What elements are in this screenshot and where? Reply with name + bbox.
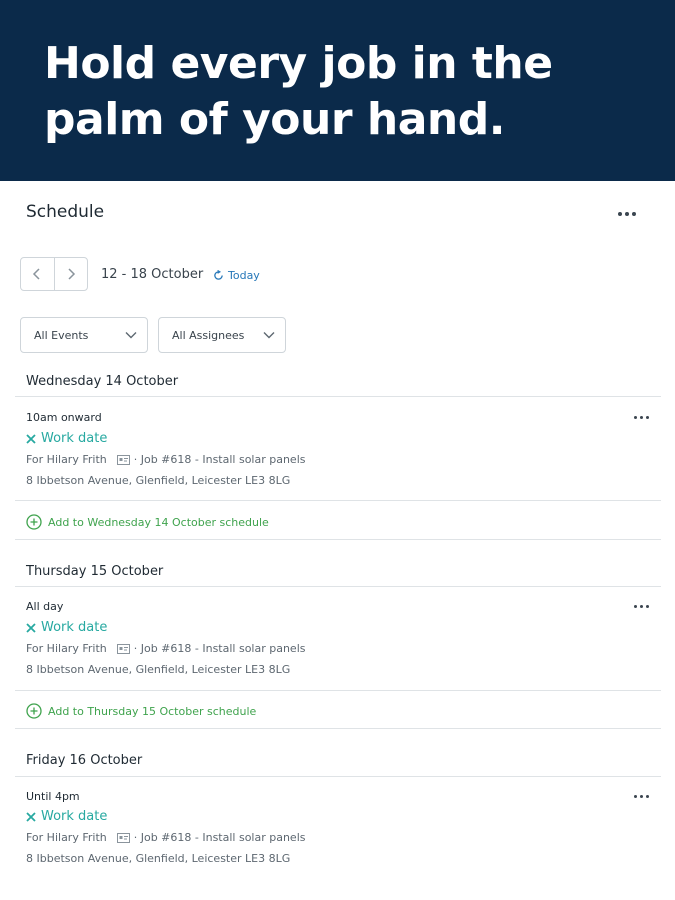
event-details: For Hilary Frith · Job #618 - Install so…	[26, 642, 306, 655]
event-type-link[interactable]: Work date	[26, 620, 107, 635]
event-job: · Job #618 - Install solar panels	[133, 642, 306, 655]
tools-icon	[26, 433, 36, 444]
today-button[interactable]: Today	[213, 269, 260, 282]
day-heading: Friday 16 October	[26, 753, 143, 768]
event-time: All day	[26, 600, 64, 613]
chevron-down-icon	[125, 332, 137, 339]
event-type-label: Work date	[41, 809, 108, 824]
event-client: For Hilary Frith	[26, 453, 107, 466]
events-filter-value: All Events	[34, 328, 89, 342]
plus-circle-icon	[26, 514, 42, 530]
day-heading: Thursday 15 October	[26, 564, 164, 579]
more-options-icon	[633, 415, 649, 419]
event-job: · Job #618 - Install solar panels	[133, 831, 306, 844]
day-heading: Wednesday 14 October	[26, 374, 179, 389]
client-card-icon	[116, 832, 130, 843]
divider	[15, 539, 661, 540]
tools-icon	[26, 622, 36, 633]
more-options-button[interactable]	[612, 205, 642, 223]
event-address[interactable]: 8 Ibbetson Avenue, Glenfield, Leicester …	[26, 663, 290, 676]
event-details: For Hilary Frith · Job #618 - Install so…	[26, 831, 306, 844]
event-type-link[interactable]: Work date	[26, 809, 107, 824]
divider	[15, 396, 661, 397]
event-more-button[interactable]	[628, 409, 654, 425]
event-type-label: Work date	[41, 620, 108, 635]
event-type-link[interactable]: Work date	[26, 431, 107, 446]
event-more-button[interactable]	[628, 598, 654, 614]
event-client: For Hilary Frith	[26, 831, 107, 844]
assignees-filter-select[interactable]: All Assignees	[158, 317, 286, 353]
today-label: Today	[228, 269, 260, 282]
more-options-icon	[618, 212, 636, 216]
event-address[interactable]: 8 Ibbetson Avenue, Glenfield, Leicester …	[26, 852, 290, 865]
event-type-label: Work date	[41, 431, 108, 446]
event-time: 10am onward	[26, 411, 102, 424]
schedule-screen: Schedule 12 - 18 October Today All Event…	[0, 181, 675, 900]
more-options-icon	[633, 604, 649, 608]
refresh-icon	[214, 270, 223, 280]
events-filter-select[interactable]: All Events	[20, 317, 148, 353]
client-card-icon	[116, 454, 130, 465]
divider	[15, 586, 661, 587]
divider	[15, 728, 661, 729]
hero-title: Hold every job in the palm of your hand.	[44, 38, 553, 145]
divider	[15, 776, 661, 777]
add-to-schedule-button[interactable]: Add to Wednesday 14 October schedule	[26, 514, 269, 530]
assignees-filter-value: All Assignees	[172, 328, 245, 342]
event-details: For Hilary Frith · Job #618 - Install so…	[26, 453, 306, 466]
hero-banner: Hold every job in the palm of your hand.	[0, 0, 675, 181]
event-time: Until 4pm	[26, 790, 80, 803]
week-navigation	[20, 257, 88, 291]
divider	[15, 500, 661, 501]
divider	[15, 690, 661, 691]
event-client: For Hilary Frith	[26, 642, 107, 655]
date-range: 12 - 18 October	[101, 267, 204, 282]
tools-icon	[26, 811, 36, 822]
event-address[interactable]: 8 Ibbetson Avenue, Glenfield, Leicester …	[26, 474, 290, 487]
previous-week-button[interactable]	[21, 258, 54, 290]
next-week-button[interactable]	[53, 258, 88, 290]
add-to-schedule-label: Add to Thursday 15 October schedule	[48, 704, 257, 718]
chevron-right-icon	[68, 268, 75, 280]
client-card-icon	[116, 643, 130, 654]
chevron-down-icon	[263, 332, 275, 339]
more-options-icon	[633, 794, 649, 798]
chevron-left-icon	[33, 268, 40, 280]
add-to-schedule-label: Add to Wednesday 14 October schedule	[48, 515, 269, 529]
event-more-button[interactable]	[628, 788, 654, 804]
page-title: Schedule	[26, 202, 105, 222]
add-to-schedule-button[interactable]: Add to Thursday 15 October schedule	[26, 703, 256, 719]
plus-circle-icon	[26, 703, 42, 719]
event-job: · Job #618 - Install solar panels	[133, 453, 306, 466]
